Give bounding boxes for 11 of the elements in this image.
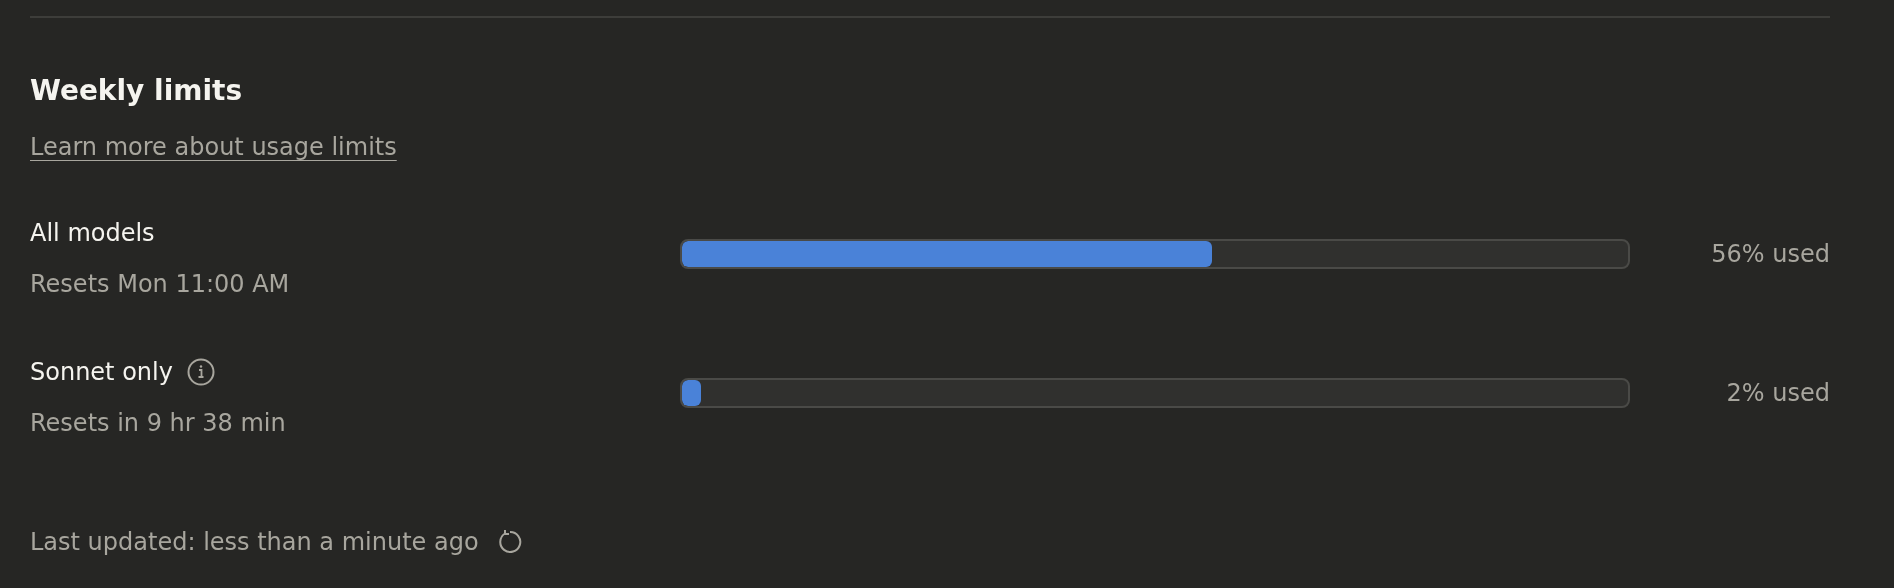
- usage-percent: 2% used: [1726, 378, 1830, 407]
- limit-name: All models: [30, 218, 155, 249]
- refresh-icon[interactable]: [496, 529, 523, 555]
- reset-time: Resets in 9 hr 38 min: [30, 408, 286, 439]
- info-icon[interactable]: [186, 358, 215, 386]
- last-updated-text: Last updated: less than a minute ago: [30, 528, 479, 556]
- usage-limits-link[interactable]: Learn more about usage limits: [30, 131, 397, 163]
- section-title: Weekly limits: [30, 73, 243, 109]
- usage-percent: 56% used: [1711, 239, 1830, 268]
- reset-time: Resets Mon 11:00 AM: [30, 269, 290, 300]
- limit-name: Sonnet only: [30, 357, 173, 388]
